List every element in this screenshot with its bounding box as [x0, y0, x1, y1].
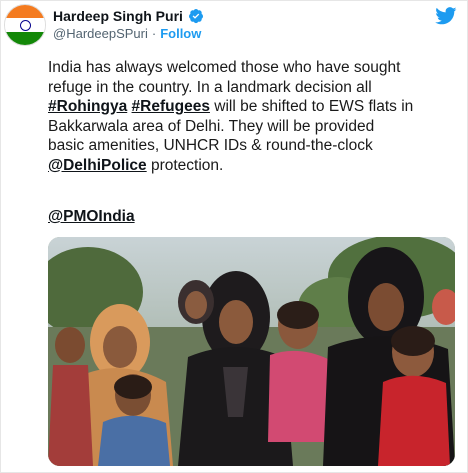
- tweet-body: India has always welcomed those who have…: [48, 58, 458, 175]
- tweet-line: Bakkarwala area of Delhi. They will be p…: [48, 117, 375, 135]
- hashtag-rohingya[interactable]: #Rohingya: [48, 98, 127, 115]
- separator-dot: ·: [151, 26, 157, 41]
- twitter-bird-icon[interactable]: [435, 7, 457, 30]
- tweet-card: Hardeep Singh Puri @HardeepSPuri · Follo…: [0, 0, 468, 473]
- tweet-line: @DelhiPolice protection.: [48, 156, 458, 176]
- mention-line: @PMOIndia: [48, 208, 135, 226]
- mention-pmo-india[interactable]: @PMOIndia: [48, 208, 135, 225]
- avatar[interactable]: [4, 4, 46, 46]
- mention-delhi-police[interactable]: @DelhiPolice: [48, 157, 147, 174]
- tweet-line: #Rohingya #Refugees will be shifted to E…: [48, 97, 458, 117]
- tweet-line: refuge in the country. In a landmark dec…: [48, 78, 372, 96]
- hashtag-refugees[interactable]: #Refugees: [132, 98, 210, 115]
- author-name[interactable]: Hardeep Singh Puri: [53, 8, 183, 24]
- follow-button[interactable]: Follow: [160, 26, 201, 41]
- author-handle[interactable]: @HardeepSPuri: [53, 26, 148, 41]
- tweet-line-text: protection.: [146, 156, 224, 174]
- author-handle-row: @HardeepSPuri · Follow: [53, 26, 201, 41]
- verified-badge-icon: [188, 8, 204, 24]
- flag-saffron-band: [5, 5, 45, 19]
- tweet-line: India has always welcomed those who have…: [48, 59, 401, 76]
- tweet-photo[interactable]: [48, 237, 455, 466]
- flag-green-band: [5, 31, 45, 45]
- author-name-row: Hardeep Singh Puri: [53, 7, 204, 25]
- tweet-line-text: will be shifted to EWS flats in: [209, 98, 414, 115]
- tweet-line: basic amenities, UNHCR IDs & round-the-c…: [48, 137, 373, 154]
- ashoka-chakra-icon: [20, 20, 31, 31]
